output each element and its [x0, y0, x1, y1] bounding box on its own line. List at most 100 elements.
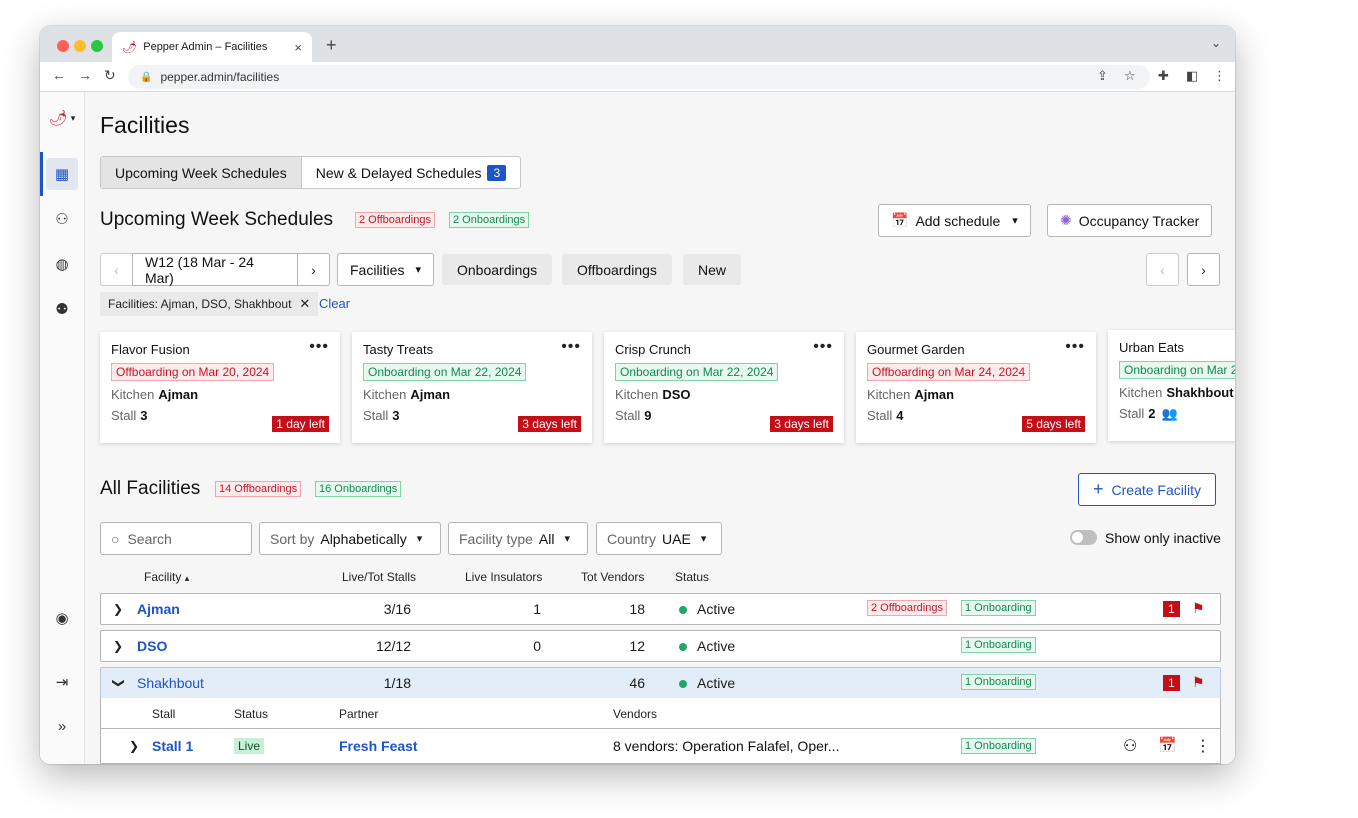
- show-inactive-toggle[interactable]: [1070, 530, 1097, 545]
- flag-icon[interactable]: ⚑: [1192, 600, 1205, 617]
- facility-name-link[interactable]: Shakhbout: [137, 675, 204, 691]
- schedule-card[interactable]: Crisp Crunch ••• Onboarding on Mar 22, 202…: [604, 332, 844, 443]
- vendors-value: 18: [629, 601, 645, 617]
- kitchen-value: Ajman: [914, 387, 955, 402]
- tab-new-delayed-schedules[interactable]: New & Delayed Schedules 3: [302, 157, 520, 188]
- stall-link[interactable]: Stall 1: [152, 738, 193, 754]
- tab-upcoming-week-schedules[interactable]: Upcoming Week Schedules: [101, 157, 302, 188]
- flag-count-badge: 1: [1163, 675, 1180, 691]
- new-tab-button[interactable]: +: [326, 35, 337, 56]
- schedule-card[interactable]: Gourmet Garden ••• Offboarding on Mar 24, …: [856, 332, 1096, 443]
- column-header-facility[interactable]: Facility ▴: [144, 570, 189, 584]
- tab-close-icon[interactable]: ×: [294, 40, 302, 55]
- browser-menu-icon[interactable]: ⋮: [1213, 68, 1226, 84]
- chevron-down-icon[interactable]: ❯: [112, 678, 126, 688]
- more-vertical-icon[interactable]: ⋮: [1195, 736, 1211, 756]
- table-row[interactable]: ❯ Shakhbout 1/18 46 Active 1 Onboarding …: [100, 667, 1221, 699]
- week-label: W12 (18 Mar - 24 Mar): [145, 253, 254, 286]
- insulators-value: 1: [533, 601, 541, 617]
- occupancy-tracker-button[interactable]: ✺ Occupancy Tracker: [1047, 204, 1213, 237]
- clear-filters-link[interactable]: Clear: [319, 296, 350, 311]
- user-icon[interactable]: ⚇: [46, 203, 78, 235]
- sort-dropdown[interactable]: Sort by Alphabetically ▾: [259, 522, 441, 555]
- partner-link[interactable]: Fresh Feast: [339, 738, 418, 754]
- row-offboardings-tag: 2 Offboardings: [867, 600, 947, 616]
- browser-tab-title: Pepper Admin – Facilities: [143, 41, 268, 53]
- add-schedule-button[interactable]: 📅 Add schedule ▾: [878, 204, 1031, 237]
- cards-prev-button[interactable]: ‹: [1146, 253, 1179, 286]
- browser-window: 🌶 Pepper Admin – Facilities × + ⌄ ← → ↻ …: [40, 26, 1235, 764]
- logout-icon[interactable]: ⇥: [46, 666, 78, 698]
- back-arrow-icon[interactable]: ←: [52, 67, 66, 83]
- filter-onboardings-button[interactable]: Onboardings: [442, 254, 553, 285]
- tab-search-chevron-icon[interactable]: ⌄: [1211, 36, 1221, 50]
- sort-label: Sort by: [270, 530, 315, 547]
- more-options-icon[interactable]: •••: [813, 338, 833, 356]
- users-group-icon[interactable]: ⚉: [46, 293, 78, 325]
- close-window-button[interactable]: [57, 40, 69, 52]
- bookmark-star-icon[interactable]: ☆: [1124, 68, 1136, 84]
- more-options-icon[interactable]: •••: [561, 338, 581, 356]
- search-input[interactable]: ○ Search: [100, 522, 252, 555]
- flag-icon[interactable]: ⚑: [1192, 674, 1205, 691]
- prev-week-button[interactable]: ‹: [100, 253, 133, 286]
- remove-filter-close-icon[interactable]: ✕: [299, 296, 310, 312]
- facilities-dropdown[interactable]: Facilities ▾: [337, 253, 434, 286]
- calendar-plus-icon[interactable]: 📅: [1158, 736, 1177, 754]
- subcolumn-status: Status: [234, 707, 269, 721]
- globe-icon[interactable]: ◍: [46, 248, 78, 280]
- cards-next-button[interactable]: ›: [1187, 253, 1220, 286]
- reload-icon[interactable]: ↻: [104, 67, 116, 84]
- facility-name-link[interactable]: DSO: [137, 638, 167, 654]
- schedule-card[interactable]: Urban Eats•••Onboarding on Mar 25, 2024K…: [1108, 330, 1235, 441]
- minimize-window-button[interactable]: [74, 40, 86, 52]
- side-panel-icon[interactable]: ◧: [1186, 68, 1198, 84]
- card-status-tag: Onboarding on Mar 22, 2024: [363, 363, 527, 381]
- more-options-icon[interactable]: •••: [309, 338, 329, 356]
- facility-name-link[interactable]: Ajman: [137, 601, 180, 617]
- address-bar[interactable]: 🔒 pepper.admin/facilities: [128, 65, 1150, 89]
- card-kitchen-row: Kitchen Shakhbout: [1119, 385, 1235, 400]
- chevron-right-icon[interactable]: ❯: [113, 639, 123, 653]
- expand-sidebar-icon[interactable]: »: [46, 710, 78, 742]
- filter-offboardings-button[interactable]: Offboardings: [562, 254, 672, 285]
- share-icon[interactable]: ⇪: [1097, 68, 1108, 84]
- facilities-building-icon[interactable]: ▦: [46, 158, 78, 190]
- plus-icon: +: [1093, 479, 1104, 499]
- card-status-tag: Onboarding on Mar 22, 2024: [615, 363, 779, 381]
- filter-new-button[interactable]: New: [683, 254, 742, 285]
- schedule-card[interactable]: Flavor Fusion ••• Offboarding on Mar 20, 2…: [100, 332, 340, 443]
- sort-value: Alphabetically: [320, 530, 407, 547]
- card-title: Crisp Crunch: [615, 342, 691, 357]
- pepper-logo-menu[interactable]: 🌶 ▾: [44, 102, 80, 134]
- facility-type-dropdown[interactable]: Facility type All ▾: [448, 522, 588, 555]
- forward-arrow-icon[interactable]: →: [78, 67, 92, 83]
- maximize-window-button[interactable]: [91, 40, 103, 52]
- card-kitchen-row: Kitchen Ajman: [867, 387, 1085, 402]
- chevron-right-icon[interactable]: ❯: [129, 739, 139, 753]
- row-onboardings-tag: 1 Onboarding: [961, 600, 1036, 616]
- stall-row[interactable]: ❯ Stall 1 Live Fresh Feast 8 vendors: Op…: [100, 728, 1221, 764]
- browser-tab[interactable]: 🌶 Pepper Admin – Facilities ×: [112, 32, 312, 62]
- add-person-icon[interactable]: ⚇: [1123, 736, 1137, 756]
- status-cell: Active: [679, 675, 735, 691]
- account-circle-icon[interactable]: ◉: [46, 602, 78, 634]
- sidebar-active-indicator: [40, 152, 43, 196]
- card-title: Gourmet Garden: [867, 342, 965, 357]
- app-shell: 🌶 ▾ ▦ ⚇ ◍ ⚉ ◉ ⇥ » Facilities Upcoming Wee…: [40, 92, 1235, 764]
- upcoming-offboardings-tag: 2 Offboardings: [355, 212, 435, 228]
- week-selector[interactable]: W12 (18 Mar - 24 Mar): [132, 253, 298, 286]
- more-options-icon[interactable]: •••: [1065, 338, 1085, 356]
- stall-vendors-text: 8 vendors: Operation Falafel, Oper...: [613, 738, 840, 754]
- schedule-card[interactable]: Tasty Treats ••• Onboarding on Mar 22, 202…: [352, 332, 592, 443]
- country-dropdown[interactable]: Country UAE ▾: [596, 522, 722, 555]
- table-row[interactable]: ❯ DSO 12/12 0 12 Active 1 Onboarding: [100, 630, 1221, 662]
- chevron-right-icon[interactable]: ❯: [113, 602, 123, 616]
- kitchen-label: Kitchen: [867, 387, 911, 402]
- create-facility-button[interactable]: + Create Facility: [1078, 473, 1216, 506]
- next-week-button[interactable]: ›: [297, 253, 330, 286]
- extensions-puzzle-icon[interactable]: ✚: [1158, 68, 1169, 84]
- table-row[interactable]: ❯ Ajman 3/16 1 18 Active 2 Offboardings …: [100, 593, 1221, 625]
- people-icon: 👥: [1161, 406, 1178, 421]
- upcoming-section-title: Upcoming Week Schedules: [100, 209, 334, 230]
